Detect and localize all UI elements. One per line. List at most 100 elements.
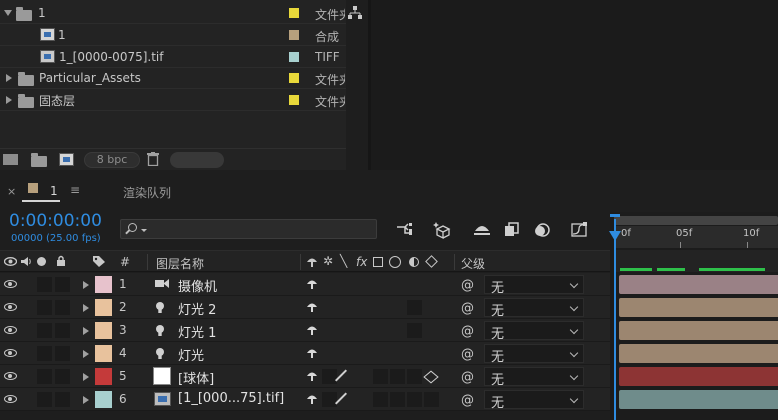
expand-triangle-icon[interactable] — [83, 396, 89, 404]
playhead-handle[interactable] — [609, 231, 621, 241]
layer-search-input[interactable] — [120, 219, 377, 239]
layer-name[interactable]: 灯光 2 — [178, 299, 216, 318]
collapse-switch[interactable] — [322, 392, 337, 407]
layer-label-swatch[interactable] — [95, 345, 112, 362]
label-swatch[interactable] — [289, 8, 299, 18]
eye-icon[interactable] — [4, 349, 17, 357]
effects-switch[interactable] — [373, 369, 388, 384]
label-swatch[interactable] — [289, 52, 299, 62]
label-swatch[interactable] — [289, 30, 299, 40]
current-time-display[interactable]: 0:00:00:00 — [9, 211, 102, 231]
solo-switch[interactable] — [37, 277, 52, 292]
draft-3d-icon[interactable] — [433, 220, 453, 240]
label-swatch[interactable] — [289, 95, 299, 105]
switch-box[interactable] — [407, 323, 422, 338]
layer-row[interactable]: 6 [1_[000...75].tif] @ 无 — [0, 388, 610, 411]
shy-switch-icon[interactable] — [306, 324, 318, 336]
pick-whip-icon[interactable]: @ — [461, 324, 474, 339]
solo-switch[interactable] — [37, 300, 52, 315]
pick-whip-icon[interactable]: @ — [461, 347, 474, 362]
shy-switch-icon[interactable] — [306, 393, 318, 405]
tab-menu-icon[interactable]: ≡ — [70, 183, 80, 197]
lock-header-icon[interactable] — [56, 255, 66, 267]
solo-switch[interactable] — [37, 346, 52, 361]
layer-name[interactable]: [球体] — [178, 368, 214, 387]
expand-triangle-icon[interactable] — [83, 373, 89, 381]
layer-row[interactable]: 5 [球体] @ 无 — [0, 365, 610, 388]
project-item-particular-assets[interactable]: Particular_Assets 文件夹 — [0, 67, 346, 89]
lock-switch[interactable] — [55, 300, 70, 315]
3d-layer-switch[interactable] — [424, 392, 439, 407]
layer-row[interactable]: 1 摄像机 @ 无 — [0, 273, 610, 296]
flowchart-icon[interactable] — [348, 6, 362, 20]
video-toggle-header-icon[interactable] — [4, 257, 17, 266]
eye-icon[interactable] — [4, 395, 17, 403]
layer-label-swatch[interactable] — [95, 299, 112, 316]
shy-switch-icon[interactable] — [306, 347, 318, 359]
expand-triangle-icon[interactable] — [83, 304, 89, 312]
layer-duration-bar[interactable] — [619, 367, 778, 386]
lock-switch[interactable] — [55, 369, 70, 384]
new-folder-icon[interactable] — [31, 153, 47, 167]
parent-dropdown[interactable]: 无 — [484, 298, 584, 319]
layer-name[interactable]: 灯光 — [178, 345, 204, 364]
time-ruler[interactable]: 0f 05f 10f — [614, 226, 778, 248]
shy-layers-icon[interactable] — [472, 220, 492, 240]
layer-row[interactable]: 2 灯光 2 @ 无 — [0, 296, 610, 319]
layer-duration-bar[interactable] — [619, 344, 778, 363]
motion-blur-icon[interactable] — [532, 220, 552, 240]
new-composition-icon[interactable] — [59, 153, 74, 166]
work-area-bar[interactable] — [614, 216, 778, 225]
interpret-footage-icon[interactable] — [3, 154, 18, 165]
pick-whip-icon[interactable]: @ — [461, 278, 474, 293]
lock-switch[interactable] — [55, 392, 70, 407]
eye-icon[interactable] — [4, 280, 17, 288]
expand-triangle-icon[interactable] — [83, 327, 89, 335]
layer-duration-bar[interactable] — [619, 390, 778, 409]
project-item-solids[interactable]: 固态层 文件夹 — [0, 89, 346, 111]
layer-duration-bar[interactable] — [619, 275, 778, 294]
layer-name[interactable]: [1_[000...75].tif] — [178, 391, 284, 406]
layer-label-swatch[interactable] — [95, 368, 112, 385]
eye-icon[interactable] — [4, 303, 17, 311]
layer-label-swatch[interactable] — [95, 322, 112, 339]
graph-editor-icon[interactable] — [570, 220, 590, 240]
3d-layer-icon[interactable] — [423, 370, 439, 384]
layer-row[interactable]: 4 灯光 @ 无 — [0, 342, 610, 365]
frame-blend-switch[interactable] — [390, 369, 405, 384]
expand-triangle-icon[interactable] — [6, 74, 12, 82]
collapse-switch[interactable] — [322, 369, 337, 384]
switch-box[interactable] — [407, 300, 422, 315]
layer-row[interactable]: 3 灯光 1 @ 无 — [0, 319, 610, 342]
trash-icon[interactable] — [147, 152, 159, 166]
layer-name-column-header[interactable]: 图层名称 — [156, 255, 204, 272]
shy-switch-icon[interactable] — [306, 301, 318, 313]
layer-duration-bar[interactable] — [619, 321, 778, 340]
project-item-tif[interactable]: 1_[0000-0075].tif TIFF — [0, 46, 346, 68]
tab-composition-1[interactable]: × 1 ≡ — [0, 176, 100, 204]
project-item-folder-1[interactable]: 1 文件夹 — [0, 2, 346, 24]
frame-blend-switch[interactable] — [390, 392, 405, 407]
solo-switch[interactable] — [37, 369, 52, 384]
lock-switch[interactable] — [55, 323, 70, 338]
solo-switch[interactable] — [37, 323, 52, 338]
expand-triangle-icon[interactable] — [6, 96, 12, 104]
solo-switch[interactable] — [37, 392, 52, 407]
motion-blur-switch[interactable] — [407, 392, 422, 407]
lock-switch[interactable] — [55, 346, 70, 361]
eye-icon[interactable] — [4, 372, 17, 380]
lock-switch[interactable] — [55, 277, 70, 292]
pick-whip-icon[interactable]: @ — [461, 301, 474, 316]
parent-dropdown[interactable]: 无 — [484, 275, 584, 296]
thumbnail-size-slider[interactable] — [170, 152, 224, 168]
parent-dropdown[interactable]: 无 — [484, 390, 584, 411]
eye-icon[interactable] — [4, 326, 17, 334]
pick-whip-icon[interactable]: @ — [461, 393, 474, 408]
parent-dropdown[interactable]: 无 — [484, 321, 584, 342]
effects-switch[interactable] — [373, 392, 388, 407]
motion-blur-switch[interactable] — [407, 369, 422, 384]
layer-label-swatch[interactable] — [95, 276, 112, 293]
solo-header-icon[interactable] — [37, 257, 46, 266]
parent-dropdown[interactable]: 无 — [484, 367, 584, 388]
project-item-comp-1[interactable]: 1 合成 — [0, 24, 346, 46]
